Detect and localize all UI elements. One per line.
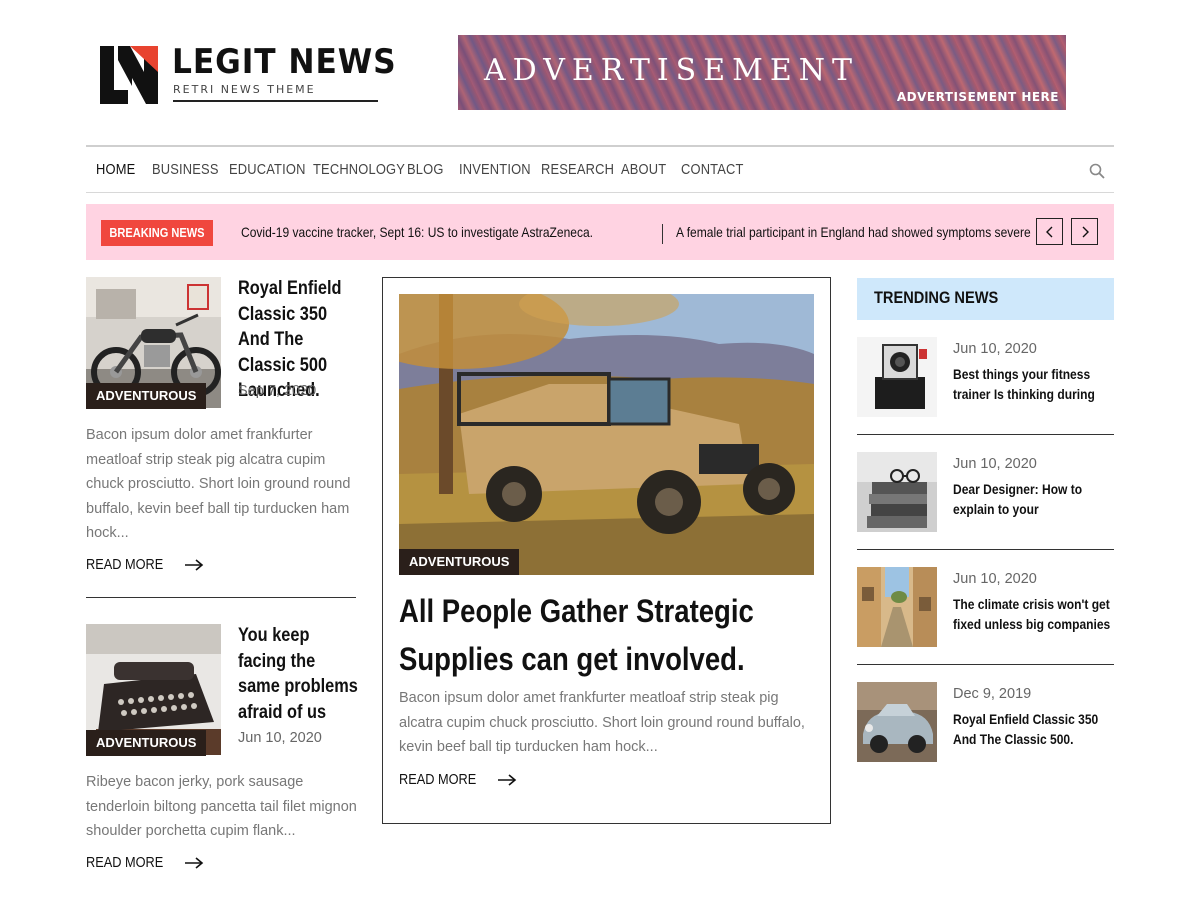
trending-title[interactable]: Best things your fitness trainer Is thin…: [953, 365, 1112, 404]
trending-divider: [857, 434, 1114, 435]
category-badge[interactable]: ADVENTUROUS: [399, 549, 520, 575]
nav-item-technology[interactable]: TECHNOLOGY: [313, 161, 405, 178]
ticker-next-button[interactable]: [1071, 218, 1098, 245]
featured-post-image[interactable]: [399, 294, 814, 575]
trending-title[interactable]: The climate crisis won't get fixed unles…: [953, 595, 1112, 634]
nav-item-business[interactable]: BUSINESS: [152, 161, 219, 178]
nav-item-home[interactable]: HOME: [96, 161, 135, 178]
trending-divider: [857, 664, 1114, 665]
chevron-left-icon: [1046, 226, 1053, 238]
breaking-news-label: BREAKING NEWS: [109, 225, 205, 240]
read-more-label: READ MORE: [86, 557, 164, 573]
trending-thumbnail-car[interactable]: [857, 682, 937, 762]
trending-divider: [857, 549, 1114, 550]
read-more-label: READ MORE: [399, 772, 477, 788]
trending-news-heading: TRENDING NEWS: [874, 288, 999, 307]
nav-item-research[interactable]: RESEARCH: [541, 161, 614, 178]
post-excerpt: Ribeye bacon jerky, pork sausage tenderl…: [86, 774, 357, 839]
trending-title[interactable]: Dear Designer: How to explain to your: [953, 480, 1112, 519]
nav-item-about[interactable]: ABOUT: [621, 161, 666, 178]
read-more-label: READ MORE: [86, 855, 164, 871]
trending-date: Dec 9, 2019: [953, 686, 1032, 702]
nav-item-blog[interactable]: BLOG: [407, 161, 444, 178]
category-badge[interactable]: ADVENTUROUS: [86, 730, 207, 756]
main-navigation: HOME BUSINESS EDUCATION TECHNOLOGY BLOG …: [86, 145, 1114, 193]
trending-news-header: TRENDING NEWS: [857, 278, 1114, 320]
vintage-car-image: [857, 682, 937, 762]
arrow-right-icon: [184, 857, 204, 869]
featured-post-excerpt: Bacon ipsum dolor amet frankfurter meatl…: [399, 690, 805, 755]
post-title[interactable]: You keep facing the same problems afraid…: [238, 623, 358, 725]
books-glasses-image: [857, 452, 937, 532]
logo-mark-icon: [100, 46, 158, 104]
trending-thumbnail-books[interactable]: [857, 452, 937, 532]
advertisement-banner[interactable]: ADVERTISEMENT ADVERTISEMENT HERE: [458, 35, 1066, 110]
read-more-link[interactable]: READ MORE: [399, 772, 517, 788]
trending-title[interactable]: Royal Enfield Classic 350 And The Classi…: [953, 710, 1112, 749]
trending-thumbnail-camera[interactable]: [857, 337, 937, 417]
ticker-prev-button[interactable]: [1036, 218, 1063, 245]
logo-title: LEGIT NEWS: [172, 42, 397, 82]
read-more-link[interactable]: READ MORE: [86, 855, 204, 871]
logo-subtitle: RETRI NEWS THEME: [173, 83, 316, 96]
nav-item-contact[interactable]: CONTACT: [681, 161, 744, 178]
ticker-separator: [662, 224, 663, 244]
breaking-news-item[interactable]: Covid-19 vaccine tracker, Sept 16: US to…: [241, 224, 593, 240]
search-icon[interactable]: [1088, 162, 1106, 180]
post-divider: [86, 597, 356, 598]
post-date: Sep 7, 2020: [238, 383, 317, 399]
nav-item-education[interactable]: EDUCATION: [229, 161, 306, 178]
trending-date: Jun 10, 2020: [953, 571, 1037, 587]
logo-underline: [173, 100, 378, 102]
street-image: [857, 567, 937, 647]
ad-title: ADVERTISEMENT: [484, 53, 860, 88]
safari-jeep-image: [399, 294, 814, 575]
featured-post-title[interactable]: All People Gather Strategic Supplies can…: [399, 587, 760, 683]
post-excerpt: Bacon ipsum dolor amet frankfurter meatl…: [86, 427, 351, 541]
breaking-news-bar: BREAKING NEWS Covid-19 vaccine tracker, …: [86, 204, 1114, 260]
nav-item-invention[interactable]: INVENTION: [459, 161, 531, 178]
chevron-right-icon: [1082, 226, 1089, 238]
camera-image: [857, 337, 937, 417]
trending-date: Jun 10, 2020: [953, 341, 1037, 357]
category-badge[interactable]: ADVENTUROUS: [86, 383, 207, 409]
breaking-news-badge: BREAKING NEWS: [101, 220, 213, 246]
site-logo[interactable]: LEGIT NEWS RETRI NEWS THEME: [100, 42, 396, 106]
trending-thumbnail-street[interactable]: [857, 567, 937, 647]
read-more-link[interactable]: READ MORE: [86, 557, 204, 573]
trending-date: Jun 10, 2020: [953, 456, 1037, 472]
arrow-right-icon: [184, 559, 204, 571]
arrow-right-icon: [497, 774, 517, 786]
post-date: Jun 10, 2020: [238, 730, 322, 746]
breaking-news-item[interactable]: A female trial participant in England ha…: [676, 224, 1031, 240]
ad-subtitle: ADVERTISEMENT HERE: [896, 90, 1059, 104]
